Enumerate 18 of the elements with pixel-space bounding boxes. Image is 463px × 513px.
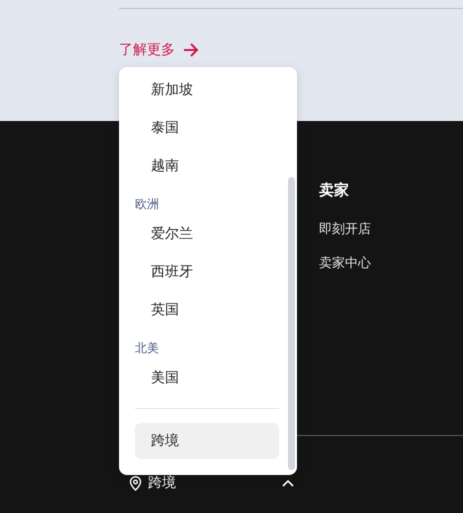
menu-item[interactable]: 新加坡	[135, 71, 285, 109]
column-heading: 卖家	[319, 181, 350, 200]
footer-link[interactable]: 卖家中心	[319, 254, 371, 272]
region-selector[interactable]: 跨境	[119, 474, 294, 492]
footer-link[interactable]: 即刻开店	[319, 220, 371, 238]
menu-item[interactable]: 爱尔兰	[135, 215, 285, 253]
learn-more-link[interactable]: 了解更多	[119, 41, 199, 59]
arrow-right-icon	[183, 43, 199, 57]
menu-item[interactable]: 泰国	[135, 109, 285, 147]
menu-item[interactable]: 美国	[135, 359, 285, 397]
menu-item[interactable]: 跨境	[135, 423, 279, 459]
menu-item[interactable]: 西班牙	[135, 253, 285, 291]
group-heading: 欧洲	[135, 196, 160, 213]
menu-item[interactable]: 越南	[135, 147, 285, 185]
group-heading: 北美	[135, 340, 160, 357]
scrollbar-thumb[interactable]	[288, 177, 294, 470]
chevron-icon	[282, 479, 294, 487]
menu-item[interactable]: 英国	[135, 291, 285, 329]
